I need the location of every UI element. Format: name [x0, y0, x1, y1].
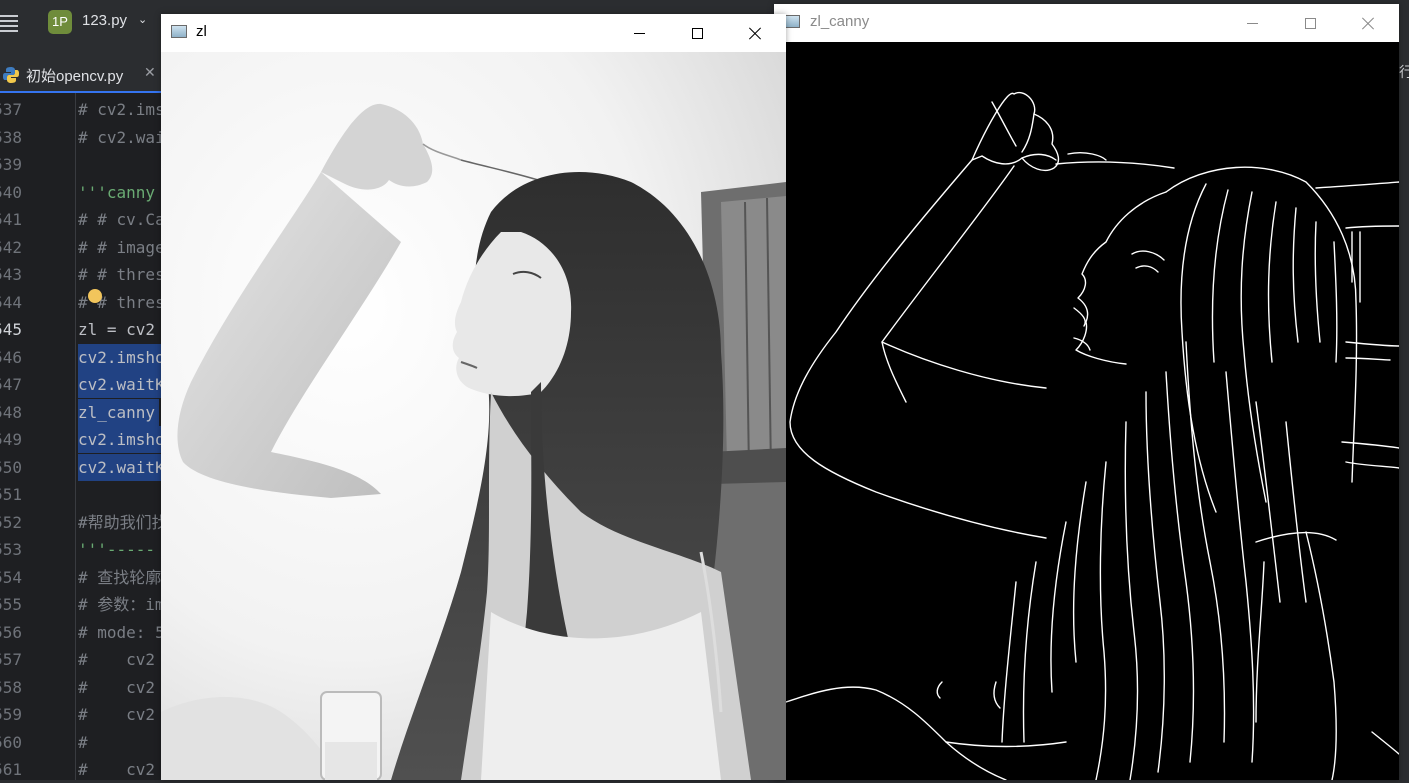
code-text: # # thres: [78, 265, 165, 284]
line-number: 551: [0, 485, 22, 504]
tab-active-file[interactable]: 初始opencv.py ✕: [0, 58, 162, 93]
line-number: 554: [0, 567, 22, 587]
code-text: # cv2: [78, 760, 156, 779]
code-line[interactable]: 545 zl = cv2: [0, 316, 162, 343]
canny-window[interactable]: zl_canny: [774, 4, 1399, 780]
code-line[interactable]: 540 '''canny: [0, 179, 162, 206]
line-number: 553: [0, 540, 22, 559]
code-text: #帮助我们找: [78, 512, 168, 532]
code-line[interactable]: 557 # cv2: [0, 646, 162, 673]
canny-image: [786, 42, 1399, 780]
code-line[interactable]: 560 #: [0, 729, 162, 756]
line-number: 555: [0, 595, 22, 614]
line-number: 550: [0, 457, 22, 477]
close-icon[interactable]: ✕: [144, 65, 156, 81]
code-line[interactable]: 553 '''-----: [0, 536, 162, 563]
line-number: 558: [0, 677, 22, 697]
line-number: 548: [0, 402, 22, 422]
line-number: 549: [0, 430, 22, 449]
line-number: 542: [0, 237, 22, 257]
code-text: zl = cv2: [78, 320, 156, 339]
project-badge[interactable]: 1P: [48, 10, 72, 34]
minimize-button[interactable]: [1223, 4, 1281, 42]
line-number: 537: [0, 100, 22, 119]
code-line[interactable]: 541 # # cv.Ca: [0, 206, 165, 233]
line-number: 547: [0, 375, 22, 394]
code-line[interactable]: 542 # # image: [0, 234, 165, 261]
right-edge-label: 行: [1399, 65, 1409, 81]
code-line[interactable]: 538 # cv2.wai: [0, 124, 165, 151]
zl-titlebar[interactable]: zl: [161, 14, 786, 52]
project-name[interactable]: 123.py: [82, 12, 127, 29]
code-text: # cv2.ims: [78, 100, 165, 119]
code-text: # cv2: [78, 650, 156, 669]
python-file-icon: [3, 67, 19, 83]
code-line[interactable]: 555 # 参数：im: [0, 591, 165, 618]
code-line[interactable]: 550 cv2.waitK: [0, 453, 169, 481]
code-line[interactable]: 543 # # thres: [0, 261, 165, 288]
right-tool-strip: [1399, 44, 1409, 780]
code-line[interactable]: 556 # mode: 5: [0, 619, 165, 646]
code-text: # cv2.wai: [78, 127, 165, 147]
code-text: # # image: [78, 237, 165, 257]
line-number: 538: [0, 127, 22, 147]
code-text: # cv2: [78, 705, 156, 724]
main-menu-icon[interactable]: [0, 12, 18, 32]
line-number: 541: [0, 210, 22, 229]
grayscale-image: [161, 52, 786, 780]
code-line[interactable]: 561 # cv2: [0, 756, 162, 783]
close-button[interactable]: [726, 14, 784, 52]
code-line[interactable]: 537 # cv2.ims: [0, 96, 165, 123]
code-line[interactable]: 552 #帮助我们找: [0, 509, 168, 536]
code-text: # cv2: [78, 677, 156, 697]
line-number: 543: [0, 265, 22, 284]
line-number: 544: [0, 292, 22, 312]
code-line[interactable]: 539: [0, 151, 162, 178]
code-line[interactable]: 549 cv2.imsho: [0, 426, 169, 453]
line-number: 539: [0, 155, 22, 174]
code-text: # # cv.Ca: [78, 210, 165, 229]
close-button[interactable]: [1339, 4, 1397, 42]
code-line[interactable]: 558 # cv2: [0, 674, 162, 701]
line-number: 552: [0, 512, 22, 532]
code-text: zl_canny: [78, 398, 160, 426]
lightbulb-icon[interactable]: [88, 289, 102, 303]
code-line[interactable]: 548 zl_canny: [0, 398, 162, 426]
line-number: 561: [0, 760, 22, 779]
line-number: 557: [0, 650, 22, 669]
code-line[interactable]: 546 cv2.imsho: [0, 343, 169, 371]
code-text: cv2.imsho: [78, 343, 169, 371]
maximize-button[interactable]: [1281, 4, 1339, 42]
canny-window-title: zl_canny: [810, 13, 870, 30]
code-text: cv2.waitK: [78, 371, 169, 398]
code-line[interactable]: 559 # cv2: [0, 701, 162, 728]
code-line[interactable]: 554 # 查找轮廓: [0, 564, 162, 591]
opencv-window-icon: [784, 15, 800, 28]
code-text: cv2.waitK: [78, 453, 169, 481]
chevron-down-icon[interactable]: ⌄: [138, 13, 147, 26]
tab-label: 初始opencv.py: [26, 68, 124, 85]
canny-titlebar[interactable]: zl_canny: [774, 4, 1399, 42]
code-text: # 参数：im: [78, 595, 165, 614]
line-number: 559: [0, 705, 22, 724]
line-number: 546: [0, 347, 22, 367]
code-text: #: [78, 732, 88, 752]
code-line[interactable]: 547 cv2.waitK: [0, 371, 169, 398]
minimize-button[interactable]: [610, 14, 668, 52]
code-text: '''-----: [78, 540, 156, 559]
code-line[interactable]: 551: [0, 481, 162, 508]
line-number: 545: [0, 320, 22, 339]
zl-window[interactable]: zl: [161, 14, 786, 780]
opencv-window-icon: [171, 25, 187, 38]
line-number: 560: [0, 732, 22, 752]
line-number: 556: [0, 622, 22, 642]
code-line[interactable]: 544# # thres: [0, 289, 165, 316]
zl-window-title: zl: [196, 23, 207, 40]
maximize-button[interactable]: [668, 14, 726, 52]
code-text: '''canny: [78, 182, 156, 202]
code-text: # mode: 5: [78, 622, 165, 642]
code-text: # 查找轮廓: [78, 567, 162, 587]
line-number: 540: [0, 182, 22, 202]
code-text: cv2.imsho: [78, 426, 169, 453]
